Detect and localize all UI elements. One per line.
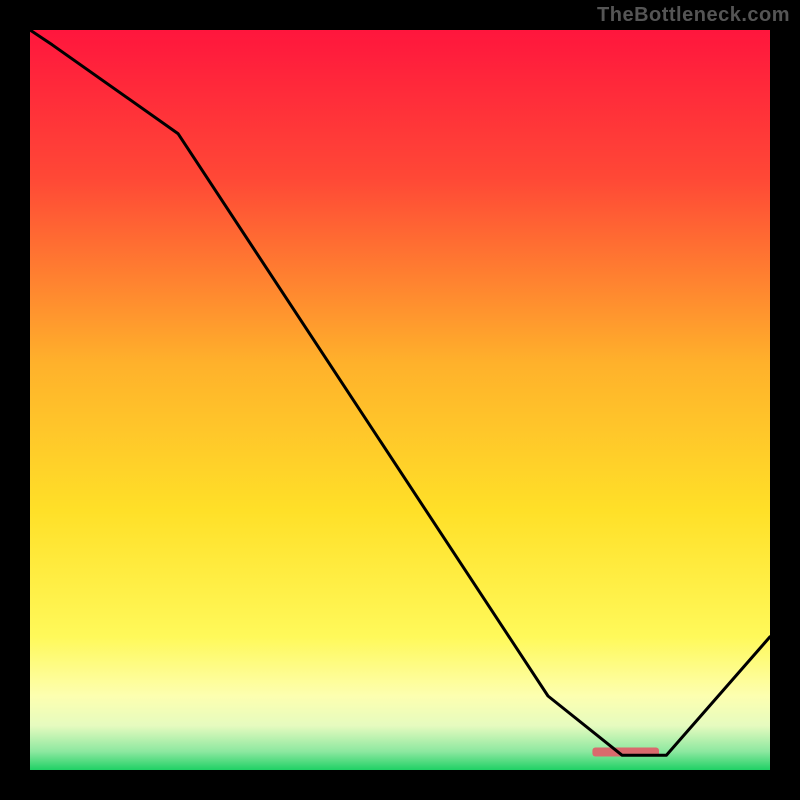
chart-svg <box>30 30 770 770</box>
chart-frame: TheBottleneck.com <box>0 0 800 800</box>
watermark-text: TheBottleneck.com <box>597 4 790 27</box>
plot-area <box>30 30 770 770</box>
gradient-background <box>30 30 770 770</box>
